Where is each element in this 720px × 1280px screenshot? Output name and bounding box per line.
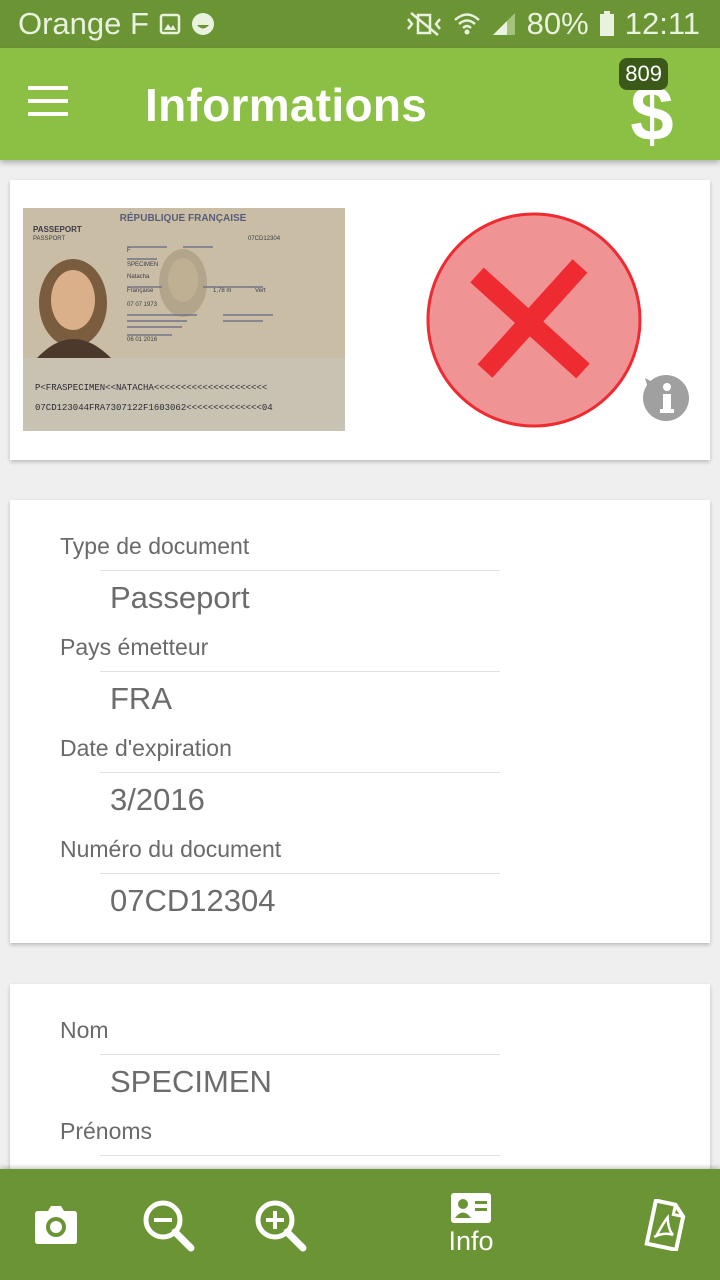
zoom-out-button[interactable]: [140, 1169, 196, 1280]
status-bar: Orange F 80% 12:11: [0, 0, 720, 48]
passport-issue-date: 06 01 2016: [127, 337, 158, 343]
passport-country-header: RÉPUBLIQUE FRANÇAISE: [120, 211, 247, 224]
app-bar: Informations 809 $: [0, 48, 720, 160]
document-preview-card: RÉPUBLIQUE FRANÇAISE PASSEPORT PASSPORT …: [10, 180, 710, 460]
passport-sex: F: [127, 248, 131, 254]
field-value-document-type: Passeport: [110, 580, 250, 615]
signal-icon: [491, 11, 517, 37]
document-info-card: Type de document Passeport Pays émetteur…: [10, 500, 710, 943]
passport-surname: SPECIMEN: [127, 262, 158, 268]
field-label-expiration-date: Date d'expiration: [60, 735, 232, 761]
credits-button[interactable]: 809 $: [610, 58, 690, 153]
passport-nationality: Française: [127, 288, 154, 294]
passport-birth-date: 07 07 1973: [127, 302, 158, 308]
field-label-document-number: Numéro du document: [60, 836, 282, 862]
vibrate-off-icon: [405, 11, 443, 37]
divider: [100, 873, 500, 874]
menu-button[interactable]: [28, 86, 68, 118]
info-icon[interactable]: [642, 374, 690, 422]
verification-failed-status[interactable]: [425, 211, 643, 429]
divider: [100, 1054, 500, 1055]
passport-type-label-en: PASSPORT: [33, 236, 65, 242]
passport-number-small: 07CD12304: [248, 236, 281, 242]
image-icon: [159, 13, 181, 35]
credits-badge: 809: [619, 58, 668, 90]
clock: 12:11: [624, 6, 700, 41]
id-card-icon: [451, 1193, 491, 1223]
bottom-toolbar: Info: [0, 1169, 720, 1280]
passport-mrz-line1: P<FRASPECIMEN<<NATACHA<<<<<<<<<<<<<<<<<<…: [35, 383, 267, 393]
pdf-icon: [644, 1198, 686, 1251]
passport-height: 1,78 m: [213, 288, 231, 294]
divider: [100, 772, 500, 773]
field-value-surname: SPECIMEN: [110, 1064, 272, 1099]
field-label-surname: Nom: [60, 1017, 109, 1043]
page-title: Informations: [145, 79, 428, 131]
passport-eyes: Vert: [255, 288, 266, 294]
smiley-icon: [191, 12, 215, 36]
camera-icon: [35, 1205, 77, 1244]
passport-given-name: Natacha: [127, 274, 150, 280]
field-value-issuing-country: FRA: [110, 681, 172, 716]
field-label-given-names: Prénoms: [60, 1118, 153, 1144]
field-label-document-type: Type de document: [60, 533, 250, 559]
passport-mrz-line2: 07CD123044FRA7307122F1603062<<<<<<<<<<<<…: [35, 403, 273, 413]
pdf-export-button[interactable]: [640, 1169, 690, 1280]
info-tab-label: Info: [448, 1226, 494, 1256]
info-tab-button[interactable]: Info: [430, 1169, 512, 1280]
zoom-in-button[interactable]: [252, 1169, 308, 1280]
zoom-in-icon: [255, 1200, 307, 1251]
camera-button[interactable]: [30, 1169, 82, 1280]
battery-icon: [599, 11, 615, 37]
hamburger-menu-icon: [28, 86, 68, 116]
divider: [100, 671, 500, 672]
carrier-name: Orange F: [18, 6, 149, 41]
field-label-issuing-country: Pays émetteur: [60, 634, 209, 660]
zoom-out-icon: [143, 1200, 195, 1251]
field-value-document-number: 07CD12304: [110, 883, 276, 918]
passport-type-label: PASSEPORT: [33, 225, 82, 234]
field-value-expiration-date: 3/2016: [110, 782, 205, 817]
passport-scan-image[interactable]: RÉPUBLIQUE FRANÇAISE PASSEPORT PASSPORT …: [23, 208, 345, 431]
divider: [100, 570, 500, 571]
battery-percent: 80%: [526, 6, 589, 41]
wifi-icon: [453, 11, 481, 37]
divider: [100, 1155, 500, 1156]
